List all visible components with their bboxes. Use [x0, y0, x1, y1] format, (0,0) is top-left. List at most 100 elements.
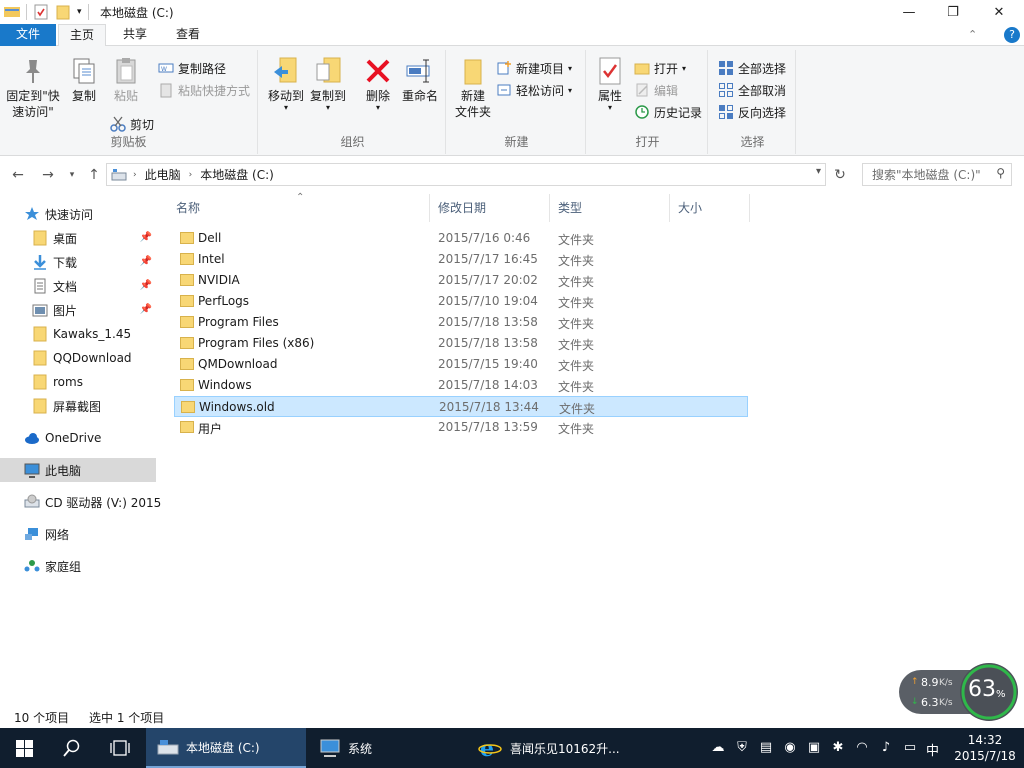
select-none-button[interactable]: 全部取消 [718, 80, 786, 100]
nav-homegroup[interactable]: 家庭组 [0, 554, 156, 578]
forward-button[interactable]: → [38, 164, 58, 186]
new-folder-icon[interactable] [55, 4, 71, 20]
file-row[interactable]: QMDownload 2015/7/15 19:40 文件夹 [174, 354, 748, 375]
bluetooth-icon[interactable]: ✱ [830, 740, 846, 756]
close-button[interactable]: ✕ [976, 0, 1022, 24]
taskbar-item-system[interactable]: 系统 [308, 728, 468, 768]
task-view-button[interactable] [96, 728, 144, 768]
delete-button[interactable]: 删除 ▾ [360, 52, 396, 112]
nav-documents[interactable]: 文档 📌 [0, 274, 156, 298]
pin-to-quick-access-button[interactable]: 固定到"快 速访问" [4, 52, 62, 120]
nav-desktop[interactable]: 桌面 📌 [0, 226, 156, 250]
file-row[interactable]: Windows 2015/7/18 14:03 文件夹 [174, 375, 748, 396]
clock[interactable]: 14:32 2015/7/18 [950, 732, 1020, 764]
chevron-right-icon[interactable]: › [189, 170, 193, 180]
breadcrumb-this-pc[interactable]: 此电脑 [145, 166, 181, 183]
taskbar-item-explorer[interactable]: 本地磁盘 (C:) [146, 728, 306, 768]
nav-quick-access[interactable]: 快速访问 [0, 202, 156, 226]
taskbar-item-ie[interactable]: e 喜闻乐见10162升... [472, 728, 632, 768]
search-input[interactable]: 搜索"本地磁盘 (C:)" ⚲ [862, 163, 1012, 186]
minimize-button[interactable]: — [886, 0, 932, 24]
tray-app-icon[interactable]: ◉ [782, 740, 798, 756]
file-row[interactable]: Windows.old 2015/7/18 13:44 文件夹 [174, 396, 748, 417]
file-row[interactable]: Intel 2015/7/17 16:45 文件夹 [174, 249, 748, 270]
nav-kawaks[interactable]: Kawaks_1.45 [0, 322, 156, 346]
nav-pictures[interactable]: 图片 📌 [0, 298, 156, 322]
file-row[interactable]: 用户 2015/7/18 13:59 文件夹 [174, 417, 748, 438]
nav-network[interactable]: 网络 [0, 522, 156, 546]
up-button[interactable]: ↑ [84, 164, 104, 186]
properties-icon[interactable] [33, 4, 49, 20]
new-folder-button[interactable]: 新建 文件夹 [450, 52, 496, 120]
nav-downloads[interactable]: 下载 📌 [0, 250, 156, 274]
volume-icon[interactable]: ♪ [878, 740, 894, 756]
copy-to-button[interactable]: 复制到 ▾ [306, 52, 350, 112]
back-button[interactable]: ← [8, 164, 28, 186]
select-all-button[interactable]: 全部选择 [718, 58, 786, 78]
nav-qqdownload[interactable]: QQDownload [0, 346, 156, 370]
history-button[interactable]: 历史记录 [634, 102, 702, 122]
wifi-icon[interactable]: ◠ [854, 740, 870, 756]
file-row[interactable]: Dell 2015/7/16 0:46 文件夹 [174, 228, 748, 249]
paste-button[interactable]: 粘贴 [108, 52, 144, 104]
copy-button[interactable]: 复制 [66, 52, 102, 104]
properties-button[interactable]: 属性 ▾ [592, 52, 628, 112]
tab-view[interactable]: 查看 [165, 24, 211, 46]
tab-file[interactable]: 文件 [0, 24, 56, 46]
invert-selection-button[interactable]: 反向选择 [718, 102, 786, 122]
column-header-size[interactable]: 大小 [670, 194, 750, 222]
refresh-button[interactable]: ↻ [830, 164, 850, 186]
file-type: 文件夹 [558, 359, 595, 373]
chevron-up-icon[interactable]: ⌃ [968, 28, 977, 41]
search-icon[interactable]: ⚲ [996, 166, 1005, 180]
maximize-button[interactable]: ❐ [930, 0, 976, 24]
tab-home[interactable]: 主页 [58, 24, 106, 47]
file-row[interactable]: PerfLogs 2015/7/10 19:04 文件夹 [174, 291, 748, 312]
navigation-pane: 快速访问 桌面 📌 下载 📌 文档 📌 图片 📌 Kawaks_1.45 QQD… [0, 194, 161, 704]
recent-locations-button[interactable]: ▾ [62, 164, 82, 186]
notifications-icon[interactable]: ▭ [902, 740, 918, 756]
tab-share[interactable]: 共享 [112, 24, 158, 46]
network-speed-widget[interactable]: ↑ 8.9 K/s ↓ 6.3 K/s 63 % [899, 660, 1021, 722]
chevron-down-icon[interactable]: ▾ [816, 166, 821, 177]
chevron-right-icon[interactable]: › [133, 170, 137, 180]
cloud-icon[interactable]: ☁ [710, 740, 726, 756]
search-button[interactable] [48, 728, 96, 768]
pin-icon[interactable]: 📌 [140, 280, 152, 291]
pin-icon[interactable]: 📌 [140, 256, 152, 267]
paste-shortcut-button[interactable]: 粘贴快捷方式 [158, 80, 250, 100]
drive-icon [111, 168, 127, 180]
app-tray-icon[interactable]: ▤ [758, 740, 774, 756]
nav-onedrive[interactable]: OneDrive [0, 426, 156, 450]
shield-icon[interactable]: ⛨ [734, 740, 750, 756]
nav-this-pc[interactable]: 此电脑 [0, 458, 156, 482]
open-button[interactable]: 打开 ▾ [634, 58, 686, 78]
nav-screenshots[interactable]: 屏幕截图 [0, 394, 156, 418]
select-group: 全部选择 全部取消 反向选择 选择 [710, 50, 796, 154]
breadcrumb-c-drive[interactable]: 本地磁盘 (C:) [200, 166, 274, 183]
rename-button[interactable]: 重命名 [398, 52, 442, 104]
pin-icon[interactable]: 📌 [140, 304, 152, 315]
pin-icon[interactable]: 📌 [140, 232, 152, 243]
clipboard-tray-icon[interactable]: ▣ [806, 740, 822, 756]
new-item-button[interactable]: 新建项目 ▾ [496, 58, 572, 78]
help-button[interactable]: ? [1004, 27, 1020, 43]
nav-roms[interactable]: roms [0, 370, 156, 394]
nav-cd-drive[interactable]: CD 驱动器 (V:) 2015 [0, 490, 161, 514]
file-list: ⌃ 名称 修改日期 类型 大小 Dell 2015/7/16 0:46 文件夹 Int… [160, 192, 1024, 704]
column-header-type[interactable]: 类型 [550, 194, 670, 222]
copy-path-button[interactable]: W 复制路径 [158, 58, 226, 78]
move-to-button[interactable]: 移动到 ▾ [264, 52, 308, 112]
column-header-date[interactable]: 修改日期 [430, 194, 550, 222]
easy-access-button[interactable]: 轻松访问 ▾ [496, 80, 572, 100]
column-header-name[interactable]: 名称 [168, 194, 430, 222]
cut-button[interactable]: 剪切 [110, 114, 154, 134]
file-row[interactable]: Program Files (x86) 2015/7/18 13:58 文件夹 [174, 333, 748, 354]
address-bar[interactable]: › 此电脑 › 本地磁盘 (C:) ▾ [106, 163, 826, 186]
file-row[interactable]: NVIDIA 2015/7/17 20:02 文件夹 [174, 270, 748, 291]
start-button[interactable] [0, 728, 48, 768]
file-row[interactable]: Program Files 2015/7/18 13:58 文件夹 [174, 312, 748, 333]
edit-button[interactable]: 编辑 [634, 80, 678, 100]
chevron-down-icon[interactable]: ▾ [77, 7, 82, 17]
input-method-indicator[interactable]: 中 [926, 740, 939, 759]
